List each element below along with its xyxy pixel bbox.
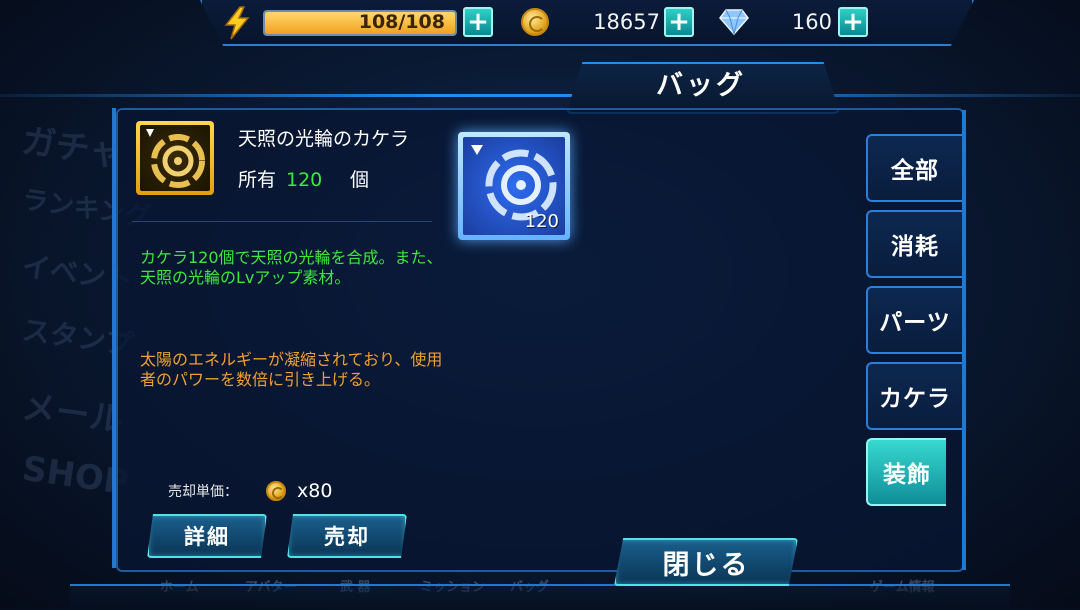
- item-description-flavor: 太陽のエネルギーが凝縮されており、使用者のパワーを数倍に引き上げる。: [140, 350, 443, 389]
- bg-menu-mail: メール: [19, 387, 126, 441]
- tab-fragments[interactable]: カケラ: [866, 362, 962, 430]
- owned-unit: 個: [350, 169, 370, 191]
- selected-item-icon: [136, 121, 214, 195]
- sell-coin-icon: [266, 481, 286, 501]
- bottom-frame: [70, 584, 1010, 610]
- sell-button[interactable]: 売却: [287, 514, 407, 558]
- panel-edge: [112, 108, 116, 568]
- detail-button[interactable]: 詳細: [147, 514, 267, 558]
- halo-fragment-icon: [146, 129, 205, 188]
- header-divider: [0, 94, 1080, 97]
- close-button[interactable]: 閉じる: [614, 538, 798, 586]
- owned-count: 120: [286, 169, 323, 191]
- page-title: バッグ: [656, 70, 746, 101]
- inventory-slot-quantity: 120: [524, 211, 559, 232]
- energy-value: 108/108: [358, 11, 445, 33]
- gem-count: 160: [791, 10, 832, 34]
- tab-parts[interactable]: パーツ: [866, 286, 962, 354]
- sell-price-value: x80: [297, 480, 333, 502]
- tab-consumables[interactable]: 消耗: [866, 210, 962, 278]
- item-name: 天照の光輪のカケラ: [238, 128, 410, 150]
- sell-price-label: 売却単価：: [168, 484, 238, 500]
- info-divider: [132, 221, 432, 222]
- inventory-slot[interactable]: 120: [458, 132, 570, 240]
- bg-menu-gacha: ガチャ: [19, 121, 126, 175]
- tab-all[interactable]: 全部: [866, 134, 962, 202]
- lightning-icon: [224, 6, 250, 40]
- panel-right-edge: [962, 110, 966, 570]
- add-gems-button[interactable]: +: [838, 7, 868, 37]
- diamond-icon: [719, 9, 749, 35]
- tab-decorations[interactable]: 装飾: [866, 438, 946, 506]
- coin-icon: [521, 8, 549, 36]
- coin-count: 18657: [593, 10, 660, 34]
- owned-label: 所有: [238, 169, 277, 191]
- add-coins-button[interactable]: +: [664, 7, 694, 37]
- item-description-effect: カケラ120個で天照の光輪を合成。また、天照の光輪のLvアップ素材。: [140, 248, 443, 287]
- add-energy-button[interactable]: +: [463, 7, 493, 37]
